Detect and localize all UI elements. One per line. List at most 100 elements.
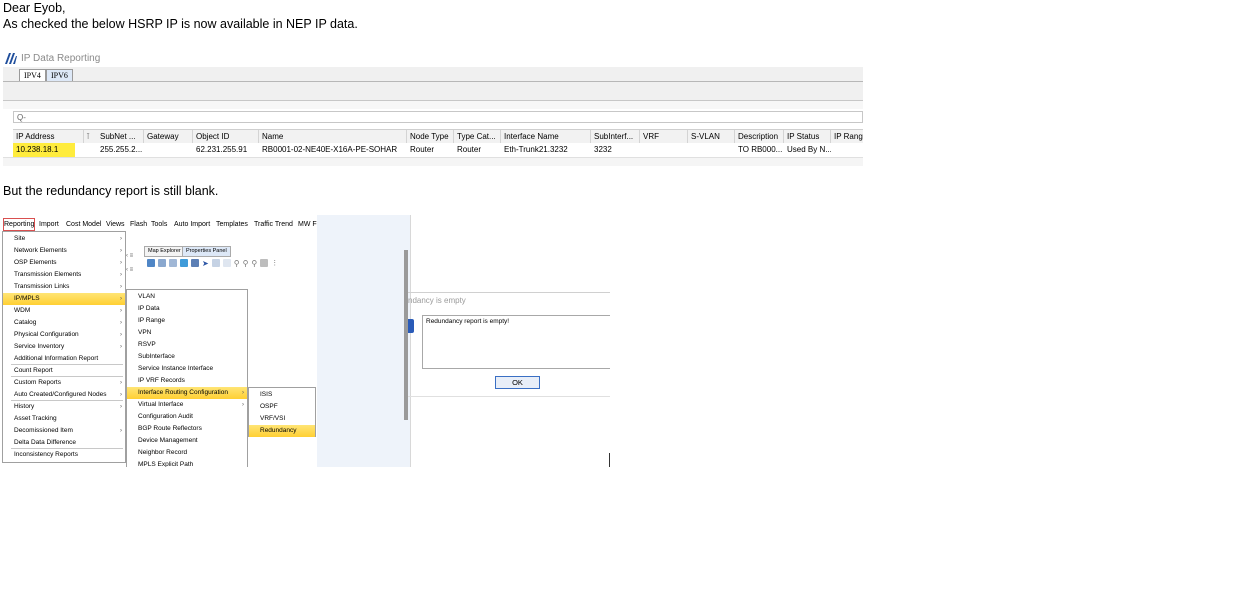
menu-item-redundancy[interactable]: Redundancy — [249, 425, 315, 437]
menu-item-catalog[interactable]: Catalog › — [3, 317, 125, 329]
menu-item-service-instance-interface[interactable]: Service Instance Interface — [127, 363, 247, 375]
menu-item-transmission-links[interactable]: Transmission Links › — [3, 281, 125, 293]
col-subnet[interactable]: SubNet ... — [97, 130, 144, 144]
pan-icon[interactable] — [222, 259, 231, 267]
folder-icon[interactable] — [147, 259, 155, 267]
menu-item-history[interactable]: History › — [3, 401, 125, 413]
chevron-right-icon: › — [120, 380, 122, 386]
scrollbar-thumb[interactable] — [404, 250, 408, 420]
chevron-right-icon: › — [120, 428, 122, 434]
print-icon[interactable] — [260, 259, 269, 267]
more-icon[interactable]: ⋮ — [271, 259, 278, 267]
select-icon[interactable] — [211, 259, 220, 267]
menu-item-label: Inconsistency Reports — [14, 451, 78, 458]
zoom-in-icon[interactable]: ⚲ — [234, 259, 240, 268]
menu-mw[interactable]: MW F — [297, 218, 318, 231]
col-gateway[interactable]: Gateway — [144, 130, 193, 144]
menu-item-label: Catalog — [14, 319, 37, 326]
menu-item-virtual-interface[interactable]: Virtual Interface › — [127, 399, 247, 411]
menu-item-site[interactable]: Site › — [3, 233, 125, 245]
col-object-id[interactable]: Object ID — [193, 130, 259, 144]
chevron-right-icon: › — [120, 308, 122, 314]
menu-reporting[interactable]: Reporting — [3, 218, 36, 231]
menu-item-label: VRF/VSI — [260, 415, 286, 422]
menu-item-asset-tracking[interactable]: Asset Tracking — [3, 413, 125, 425]
menu-auto-import[interactable]: Auto Import — [173, 218, 211, 231]
ok-button[interactable]: OK — [495, 376, 540, 389]
panel-band — [3, 101, 863, 109]
menu-item-osp-elements[interactable]: OSP Elements › — [3, 257, 125, 269]
menu-item-label: Interface Routing Configuration — [138, 389, 228, 396]
menu-item-bgp-route-reflectors[interactable]: BGP Route Reflectors — [127, 423, 247, 435]
menu-item-label: Network Elements — [14, 247, 67, 254]
menu-item-label: BGP Route Reflectors — [138, 425, 202, 432]
chevron-right-icon: › — [120, 320, 122, 326]
grid-icon[interactable] — [169, 259, 177, 267]
menu-item-inconsistency-reports[interactable]: Inconsistency Reports — [3, 449, 125, 461]
layers-icon[interactable] — [158, 259, 166, 267]
chevron-right-icon: › — [120, 296, 122, 302]
tab-map-explorer[interactable]: Map Explorer — [144, 246, 185, 257]
menu-templates[interactable]: Templates — [215, 218, 249, 231]
menu-item-ip-vrf-records[interactable]: IP VRF Records — [127, 375, 247, 387]
menu-item-mpls-explicit-path[interactable]: MPLS Explicit Path — [127, 459, 247, 467]
menu-item-interface-routing-configuration[interactable]: Interface Routing Configuration › — [127, 387, 247, 399]
menu-item-vrf-vsi[interactable]: VRF/VSI — [249, 413, 315, 425]
col-ip-range[interactable]: IP Rang — [831, 130, 863, 144]
menu-cost-model[interactable]: Cost Model — [65, 218, 102, 231]
collapse-arrows-icon[interactable]: ‹ ≡ ‹ ≡ — [126, 249, 146, 279]
menu-item-device-management[interactable]: Device Management — [127, 435, 247, 447]
col-interface-name[interactable]: Interface Name — [501, 130, 591, 144]
menu-import[interactable]: Import — [38, 218, 60, 231]
menu-item-ip-data[interactable]: IP Data — [127, 303, 247, 315]
menu-item-custom-reports[interactable]: Custom Reports › — [3, 377, 125, 389]
globe-icon[interactable] — [191, 259, 199, 267]
col-type-category[interactable]: Type Cat... — [454, 130, 501, 144]
col-s-vlan[interactable]: S-VLAN — [688, 130, 735, 144]
menu-item-rsvp[interactable]: RSVP — [127, 339, 247, 351]
menu-item-isis[interactable]: ISIS — [249, 389, 315, 401]
col-subinterface[interactable]: SubInterf... — [591, 130, 640, 144]
menu-item-ospf[interactable]: OSPF — [249, 401, 315, 413]
filter-input[interactable]: Q- — [13, 111, 863, 123]
menu-item-configuration-audit[interactable]: Configuration Audit — [127, 411, 247, 423]
col-description[interactable]: Description — [735, 130, 784, 144]
menu-item-ip-range[interactable]: IP Range — [127, 315, 247, 327]
chevron-right-icon: › — [120, 248, 122, 254]
menu-separator — [11, 448, 123, 449]
col-vrf[interactable]: VRF — [640, 130, 688, 144]
menu-item-wdm[interactable]: WDM › — [3, 305, 125, 317]
window-title: IP Data Reporting — [21, 52, 101, 64]
menu-views[interactable]: Views — [105, 218, 126, 231]
pointer-icon[interactable]: ➤ — [202, 259, 209, 268]
col-node-type[interactable]: Node Type — [407, 130, 454, 144]
map-icon[interactable] — [180, 259, 188, 267]
table-row[interactable]: 10.238.18.1 255.255.2... 62.231.255.91 R… — [13, 143, 863, 157]
menu-traffic-trend[interactable]: Traffic Trend — [253, 218, 294, 231]
tab-properties-panel[interactable]: Properties Panel — [182, 246, 231, 257]
zoom-out-icon[interactable]: ⚲ — [243, 259, 249, 268]
tab-ipv6[interactable]: IPV6 — [46, 69, 73, 81]
menu-item-vpn[interactable]: VPN — [127, 327, 247, 339]
menu-tools[interactable]: Tools — [150, 218, 168, 231]
menu-item-label: WDM — [14, 307, 31, 314]
menu-item-network-elements[interactable]: Network Elements › — [3, 245, 125, 257]
zoom-fit-icon[interactable]: ⚲ — [251, 259, 257, 268]
menu-item-service-inventory[interactable]: Service Inventory › — [3, 341, 125, 353]
col-ip-address[interactable]: IP Address — [13, 130, 84, 144]
menu-flash[interactable]: Flash — [129, 218, 148, 231]
tab-ipv4[interactable]: IPV4 — [19, 69, 46, 81]
menu-item-subinterface[interactable]: SubInterface — [127, 351, 247, 363]
menu-item-decomissioned-item[interactable]: Decomissioned Item › — [3, 425, 125, 437]
menu-item-vlan[interactable]: VLAN — [127, 291, 247, 303]
menu-item-physical-configuration[interactable]: Physical Configuration › — [3, 329, 125, 341]
menu-item-neighbor-record[interactable]: Neighbor Record — [127, 447, 247, 459]
col-ip-status[interactable]: IP Status — [784, 130, 831, 144]
menu-item-label: IP Range — [138, 317, 165, 324]
menu-item-ip-mpls[interactable]: IP/MPLS › — [3, 293, 125, 305]
col-name[interactable]: Name — [259, 130, 407, 144]
filter-funnel-icon[interactable]: ⊺ — [86, 130, 90, 144]
menu-item-label: MPLS Explicit Path — [138, 461, 194, 467]
cell-object-id: 62.231.255.91 — [196, 145, 248, 154]
menu-item-transmission-elements[interactable]: Transmission Elements › — [3, 269, 125, 281]
